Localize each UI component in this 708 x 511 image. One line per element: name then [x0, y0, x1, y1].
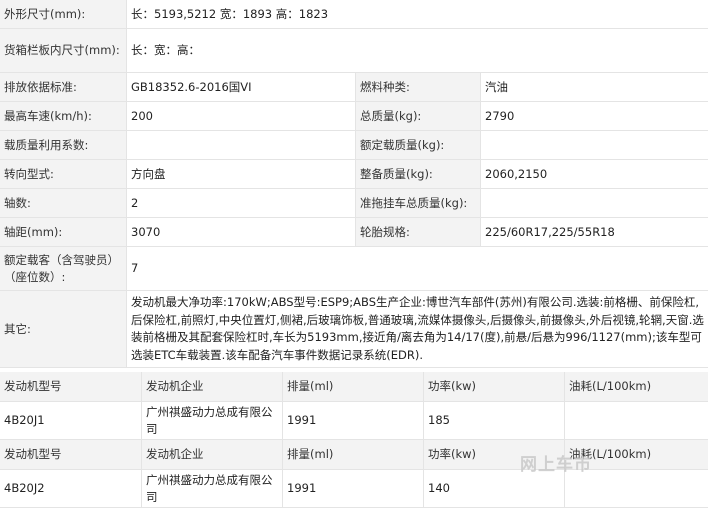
emission-label: 排放依据标准:	[0, 73, 126, 101]
spec-row-util: 载质量利用系数: 额定载质量(kg):	[0, 131, 708, 160]
spec-row-speed: 最高车速(km/h): 200 总质量(kg): 2790	[0, 102, 708, 131]
engine-power: 140	[423, 470, 564, 507]
other-value: 发动机最大净功率:170kW;ABS型号:ESP9;ABS生产企业:博世汽车部件…	[126, 291, 708, 367]
engine-row: 4B20J2 广州祺盛动力总成有限公司 1991 140	[0, 470, 708, 508]
tire-spec-value: 225/60R17,225/55R18	[480, 218, 708, 246]
watermark-logo: 网上车市	[520, 455, 592, 475]
spec-row-emission: 排放依据标准: GB18352.6-2016国VI 燃料种类: 汽油	[0, 73, 708, 102]
steering-label: 转向型式:	[0, 160, 126, 188]
engine-fuel	[564, 402, 708, 439]
cargo-label: 货箱栏板内尺寸(mm):	[0, 29, 126, 72]
seats-value: 7	[126, 247, 708, 290]
engine-col-model: 发动机型号	[4, 379, 62, 393]
engine-displacement: 1991	[282, 402, 423, 439]
dims-label: 外形尺寸(mm):	[0, 0, 126, 28]
max-speed-label: 最高车速(km/h):	[0, 102, 126, 130]
engine-row: 4B20J1 广州祺盛动力总成有限公司 1991 185	[0, 402, 708, 440]
emission-value: GB18352.6-2016国VI	[126, 73, 355, 101]
engine-model: 4B20J2	[0, 470, 141, 507]
engine-col-displacement: 排量(ml)	[282, 440, 423, 469]
engine-power: 185	[423, 402, 564, 439]
engine-header-row: 发动机型号 发动机企业 排量(ml) 功率(kw) 油耗(L/100km)	[0, 372, 708, 402]
axles-label: 轴数:	[0, 189, 126, 217]
tire-spec-label: 轮胎规格:	[355, 218, 480, 246]
spec-row-wheelbase: 轴距(mm): 3070 轮胎规格: 225/60R17,225/55R18	[0, 218, 708, 247]
axles-value: 2	[126, 189, 355, 217]
spec-row-dims: 外形尺寸(mm): 长：5193,5212 宽：1893 高：1823	[0, 0, 708, 29]
engine-header-row: 发动机型号 发动机企业 排量(ml) 功率(kw) 油耗(L/100km)	[0, 440, 708, 470]
curb-mass-label: 整备质量(kg):	[355, 160, 480, 188]
engine-col-fuel: 油耗(L/100km)	[564, 372, 708, 401]
total-mass-value: 2790	[480, 102, 708, 130]
spec-row-seats: 额定载客（含驾驶员）（座位数）: 7	[0, 247, 708, 291]
engine-col-maker: 发动机企业	[141, 440, 282, 469]
curb-mass-value: 2060,2150	[480, 160, 708, 188]
trailer-mass-value	[480, 189, 708, 217]
total-mass-label: 总质量(kg):	[355, 102, 480, 130]
trailer-mass-label: 准拖挂车总质量(kg):	[355, 189, 480, 217]
engine-col-power: 功率(kw)	[423, 372, 564, 401]
max-speed-value: 200	[126, 102, 355, 130]
engine-col-displacement: 排量(ml)	[282, 372, 423, 401]
load-util-label: 载质量利用系数:	[0, 131, 126, 159]
engine-model: 4B20J1	[0, 402, 141, 439]
spec-row-axles: 轴数: 2 准拖挂车总质量(kg):	[0, 189, 708, 218]
engine-col-model: 发动机型号	[4, 447, 62, 461]
spec-row-steering: 转向型式: 方向盘 整备质量(kg): 2060,2150	[0, 160, 708, 189]
rated-load-label: 额定载质量(kg):	[355, 131, 480, 159]
seats-label: 额定载客（含驾驶员）（座位数）:	[0, 247, 126, 290]
load-util-value	[126, 131, 355, 159]
engine-maker: 广州祺盛动力总成有限公司	[141, 470, 282, 507]
cargo-value: 长：宽：高：	[126, 29, 708, 72]
steering-value: 方向盘	[126, 160, 355, 188]
wheelbase-value: 3070	[126, 218, 355, 246]
spec-row-other: 其它: 发动机最大净功率:170kW;ABS型号:ESP9;ABS生产企业:博世…	[0, 291, 708, 368]
wheelbase-label: 轴距(mm):	[0, 218, 126, 246]
engine-fuel	[564, 470, 708, 507]
engine-col-maker: 发动机企业	[141, 372, 282, 401]
other-label: 其它:	[0, 291, 126, 367]
engine-displacement: 1991	[282, 470, 423, 507]
fuel-type-value: 汽油	[480, 73, 708, 101]
rated-load-value	[480, 131, 708, 159]
engine-maker: 广州祺盛动力总成有限公司	[141, 402, 282, 439]
dims-value: 长：5193,5212 宽：1893 高：1823	[126, 0, 708, 28]
spec-table: 外形尺寸(mm): 长：5193,5212 宽：1893 高：1823 货箱栏板…	[0, 0, 708, 508]
fuel-type-label: 燃料种类:	[355, 73, 480, 101]
spec-row-cargo: 货箱栏板内尺寸(mm): 长：宽：高：	[0, 29, 708, 73]
